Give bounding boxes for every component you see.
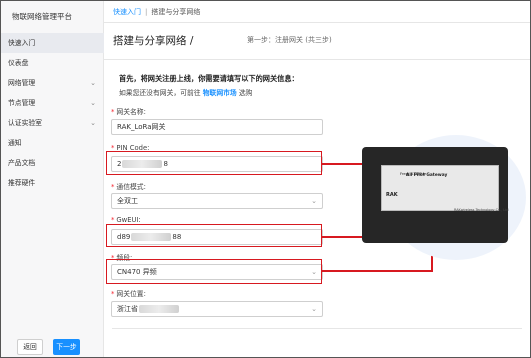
chevron-down-icon: ⌄ (311, 197, 317, 205)
sidebar-item-label: 推荐硬件 (8, 179, 36, 187)
intro-note-suffix: 选购 (238, 89, 253, 97)
next-step-button[interactable]: 下一步 (53, 339, 80, 355)
sidebar-item-quick-start[interactable]: 快速入门 (1, 33, 104, 53)
sticker-title: All Pilot Gateway (406, 173, 448, 178)
sidebar-item-label: 认证实验室 (8, 119, 42, 127)
sidebar-item-node-management[interactable]: 节点管理 ⌄ (1, 93, 104, 113)
sidebar-item-notifications[interactable]: 通知 (1, 133, 104, 153)
device-label-sticker: Freq: 470MHz All Pilot Gateway RAK RAKwi… (381, 165, 509, 212)
gateway-name-label-text: 网关名称: (116, 108, 146, 116)
sidebar-item-label: 产品文档 (8, 159, 36, 167)
comm-mode-label-text: 通信模式: (116, 183, 146, 191)
required-marker: * (111, 108, 115, 116)
sidebar-item-label: 仪表盘 (8, 59, 29, 67)
breadcrumb-current: 搭建与分享网络 (151, 8, 201, 16)
gateway-name-label: * 网关名称: (111, 106, 146, 116)
page-step-subtitle: 第一步：注册网关 (共三步) (247, 36, 332, 44)
breadcrumb-root-link[interactable]: 快速入门 (113, 8, 141, 16)
gateway-name-input[interactable]: RAK_LoRa网关 (111, 119, 323, 135)
comm-mode-value: 全双工 (117, 197, 138, 205)
gateway-device-body: Freq: 470MHz All Pilot Gateway RAK RAKwi… (362, 147, 509, 243)
sidebar-item-label: 节点管理 (8, 99, 36, 107)
required-marker: * (111, 290, 115, 298)
sidebar-item-network-management[interactable]: 网络管理 ⌄ (1, 73, 104, 93)
redacted-blur (139, 305, 179, 313)
location-value: 浙江省 (117, 305, 138, 313)
intro-note-prefix: 如果您还没有网关，可前往 (119, 89, 201, 97)
band-connector-line (322, 270, 433, 272)
sidebar-item-recommended-hardware[interactable]: 推荐硬件 (1, 173, 104, 193)
required-marker: * (111, 216, 115, 224)
sidebar-item-label: 快速入门 (8, 39, 36, 47)
sidebar-item-product-docs[interactable]: 产品文档 (1, 153, 104, 173)
title-divider (104, 59, 530, 60)
sidebar: 物联网络管理平台 快速入门 仪表盘 网络管理 ⌄ 节点管理 ⌄ 认证实验室 ⌄ 通知 … (1, 1, 104, 357)
comm-mode-select[interactable]: 全双工 ⌄ (111, 193, 323, 209)
comm-mode-label: * 通信模式: (111, 181, 146, 191)
sidebar-item-dashboard[interactable]: 仪表盘 (1, 53, 104, 73)
chevron-down-icon: ⌄ (90, 99, 96, 107)
page-title: 搭建与分享网络 / (113, 35, 194, 47)
sidebar-nav: 快速入门 仪表盘 网络管理 ⌄ 节点管理 ⌄ 认证实验室 ⌄ 通知 产品文档 推荐硬件 (1, 33, 104, 193)
location-label-text: 网关位置: (116, 290, 146, 298)
back-button[interactable]: 返回 (17, 339, 43, 355)
location-select[interactable]: 浙江省 ⌄ (111, 301, 323, 317)
intro-note: 如果您还没有网关，可前往 物联网市场 选购 (119, 87, 252, 97)
rak-logo: RAK (386, 192, 398, 198)
sidebar-item-label: 通知 (8, 139, 22, 147)
gweui-label-text: GwEUI: (116, 216, 141, 224)
sidebar-item-certification-lab[interactable]: 认证实验室 ⌄ (1, 113, 104, 133)
location-label: * 网关位置: (111, 288, 146, 298)
breadcrumb: 快速入门 | 搭建与分享网络 (113, 7, 200, 17)
header-divider (104, 22, 530, 23)
chevron-down-icon: ⌄ (311, 305, 317, 313)
iot-market-link[interactable]: 物联网市场 (203, 89, 237, 97)
breadcrumb-separator: | (145, 8, 148, 16)
gweui-label: * GwEUI: (111, 216, 141, 224)
band-highlight-box (106, 259, 322, 284)
gateway-device-illustration: Freq: 470MHz All Pilot Gateway RAK RAKwi… (356, 133, 526, 260)
sidebar-item-label: 网络管理 (8, 79, 36, 87)
footer-divider (112, 328, 522, 329)
gweui-highlight-box (106, 224, 322, 247)
chevron-down-icon: ⌄ (90, 119, 96, 127)
chevron-down-icon: ⌄ (90, 79, 96, 87)
required-marker: * (111, 183, 115, 191)
intro-heading: 首先，将网关注册上线，你需要请填写以下的网关信息： (119, 74, 299, 83)
app-title: 物联网络管理平台 (12, 12, 72, 21)
pin-code-highlight-box (106, 151, 322, 175)
sticker-caption: RAKwireless Technology Co., Ltd (454, 208, 509, 212)
